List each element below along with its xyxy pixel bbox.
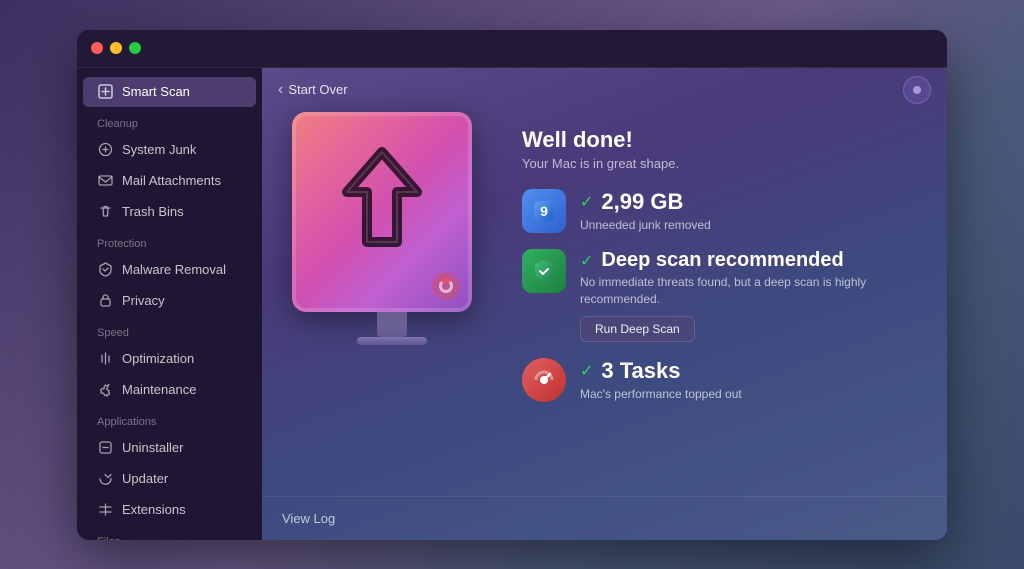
maintenance-icon: [97, 382, 113, 398]
maximize-button[interactable]: [129, 42, 141, 54]
updater-icon: [97, 471, 113, 487]
security-icon: [522, 249, 566, 293]
settings-dot-icon: [913, 86, 921, 94]
imac-image: [292, 112, 492, 372]
mac-illustration: [282, 112, 502, 372]
system-junk-icon: [97, 142, 113, 158]
main-bottom: View Log: [262, 496, 947, 540]
app-window: Smart Scan Cleanup System Junk: [77, 30, 947, 540]
protection-section-label: Protection: [77, 228, 262, 254]
tasks-card-title: 3 Tasks: [601, 358, 680, 384]
tasks-card-header: ✓ 3 Tasks: [580, 358, 917, 384]
close-button[interactable]: [91, 42, 103, 54]
junk-card-header: ✓ 2,99 GB: [580, 189, 917, 215]
svg-text:9: 9: [540, 203, 548, 219]
main-panel: ‹ Start Over: [262, 68, 947, 540]
main-topbar: ‹ Start Over: [262, 68, 947, 112]
uninstaller-label: Uninstaller: [122, 440, 183, 455]
content-area: Smart Scan Cleanup System Junk: [77, 68, 947, 540]
junk-checkmark-icon: ✓: [580, 192, 593, 212]
smart-scan-icon: [97, 84, 113, 100]
imac-screen: [292, 112, 472, 312]
tasks-card: ✓ 3 Tasks Mac's performance topped out: [522, 358, 917, 403]
junk-icon: 9: [522, 189, 566, 233]
imac-stand: [377, 312, 407, 337]
traffic-lights: [91, 42, 141, 54]
tasks-icon: [522, 358, 566, 402]
junk-card-content: ✓ 2,99 GB Unneeded junk removed: [580, 189, 917, 234]
run-deep-scan-button[interactable]: Run Deep Scan: [580, 316, 695, 342]
extensions-label: Extensions: [122, 502, 186, 517]
applications-section-label: Applications: [77, 406, 262, 432]
view-log-button[interactable]: View Log: [282, 511, 335, 526]
sidebar-item-mail-attachments[interactable]: Mail Attachments: [83, 166, 256, 196]
security-checkmark-icon: ✓: [580, 251, 593, 271]
files-section-label: Files: [77, 526, 262, 540]
system-junk-label: System Junk: [122, 142, 196, 157]
sidebar-item-system-junk[interactable]: System Junk: [83, 135, 256, 165]
back-chevron-icon: ‹: [278, 81, 283, 99]
minimize-button[interactable]: [110, 42, 122, 54]
privacy-icon: [97, 293, 113, 309]
malware-removal-label: Malware Removal: [122, 262, 226, 277]
result-subtitle: Your Mac is in great shape.: [522, 156, 917, 171]
sidebar-item-extensions[interactable]: Extensions: [83, 495, 256, 525]
mail-attachments-label: Mail Attachments: [122, 173, 221, 188]
extensions-icon: [97, 502, 113, 518]
maintenance-label: Maintenance: [122, 382, 196, 397]
sidebar-item-maintenance[interactable]: Maintenance: [83, 375, 256, 405]
desktop-background: Smart Scan Cleanup System Junk: [0, 0, 1024, 569]
sidebar-item-optimization[interactable]: Optimization: [83, 344, 256, 374]
cleanup-section-label: Cleanup: [77, 108, 262, 134]
tasks-card-desc: Mac's performance topped out: [580, 386, 917, 403]
uninstaller-icon: [97, 440, 113, 456]
smart-scan-label: Smart Scan: [122, 84, 190, 99]
tasks-card-content: ✓ 3 Tasks Mac's performance topped out: [580, 358, 917, 403]
sidebar-item-privacy[interactable]: Privacy: [83, 286, 256, 316]
imac-y-logo: [322, 132, 442, 272]
spinner-inner: [439, 279, 453, 293]
sidebar-item-uninstaller[interactable]: Uninstaller: [83, 433, 256, 463]
sidebar-item-malware-removal[interactable]: Malware Removal: [83, 255, 256, 285]
titlebar: [77, 30, 947, 68]
back-button[interactable]: ‹ Start Over: [278, 81, 348, 99]
mail-attachments-icon: [97, 173, 113, 189]
sidebar-item-smart-scan[interactable]: Smart Scan: [83, 77, 256, 107]
junk-card-title: 2,99 GB: [601, 189, 683, 215]
security-card-header: ✓ Deep scan recommended: [580, 249, 917, 272]
spinner-decoration: [432, 272, 460, 300]
settings-button[interactable]: [903, 76, 931, 104]
deep-scan-card: ✓ Deep scan recommended No immediate thr…: [522, 249, 917, 342]
junk-card-desc: Unneeded junk removed: [580, 217, 917, 234]
updater-label: Updater: [122, 471, 168, 486]
sidebar-item-updater[interactable]: Updater: [83, 464, 256, 494]
tasks-checkmark-icon: ✓: [580, 361, 593, 381]
optimization-icon: [97, 351, 113, 367]
sidebar: Smart Scan Cleanup System Junk: [77, 68, 262, 540]
privacy-label: Privacy: [122, 293, 165, 308]
speed-section-label: Speed: [77, 317, 262, 343]
trash-bins-icon: [97, 204, 113, 220]
back-label: Start Over: [288, 82, 347, 97]
result-title: Well done!: [522, 127, 917, 153]
malware-removal-icon: [97, 262, 113, 278]
security-card-desc: No immediate threats found, but a deep s…: [580, 274, 917, 308]
sidebar-item-trash-bins[interactable]: Trash Bins: [83, 197, 256, 227]
security-card-title: Deep scan recommended: [601, 249, 843, 272]
trash-bins-label: Trash Bins: [122, 204, 184, 219]
imac-base: [357, 337, 427, 345]
optimization-label: Optimization: [122, 351, 194, 366]
security-card-content: ✓ Deep scan recommended No immediate thr…: [580, 249, 917, 342]
junk-removed-card: 9: [522, 189, 917, 234]
main-body: Well done! Your Mac is in great shape. 9: [262, 112, 947, 496]
results-area: Well done! Your Mac is in great shape. 9: [522, 122, 917, 419]
